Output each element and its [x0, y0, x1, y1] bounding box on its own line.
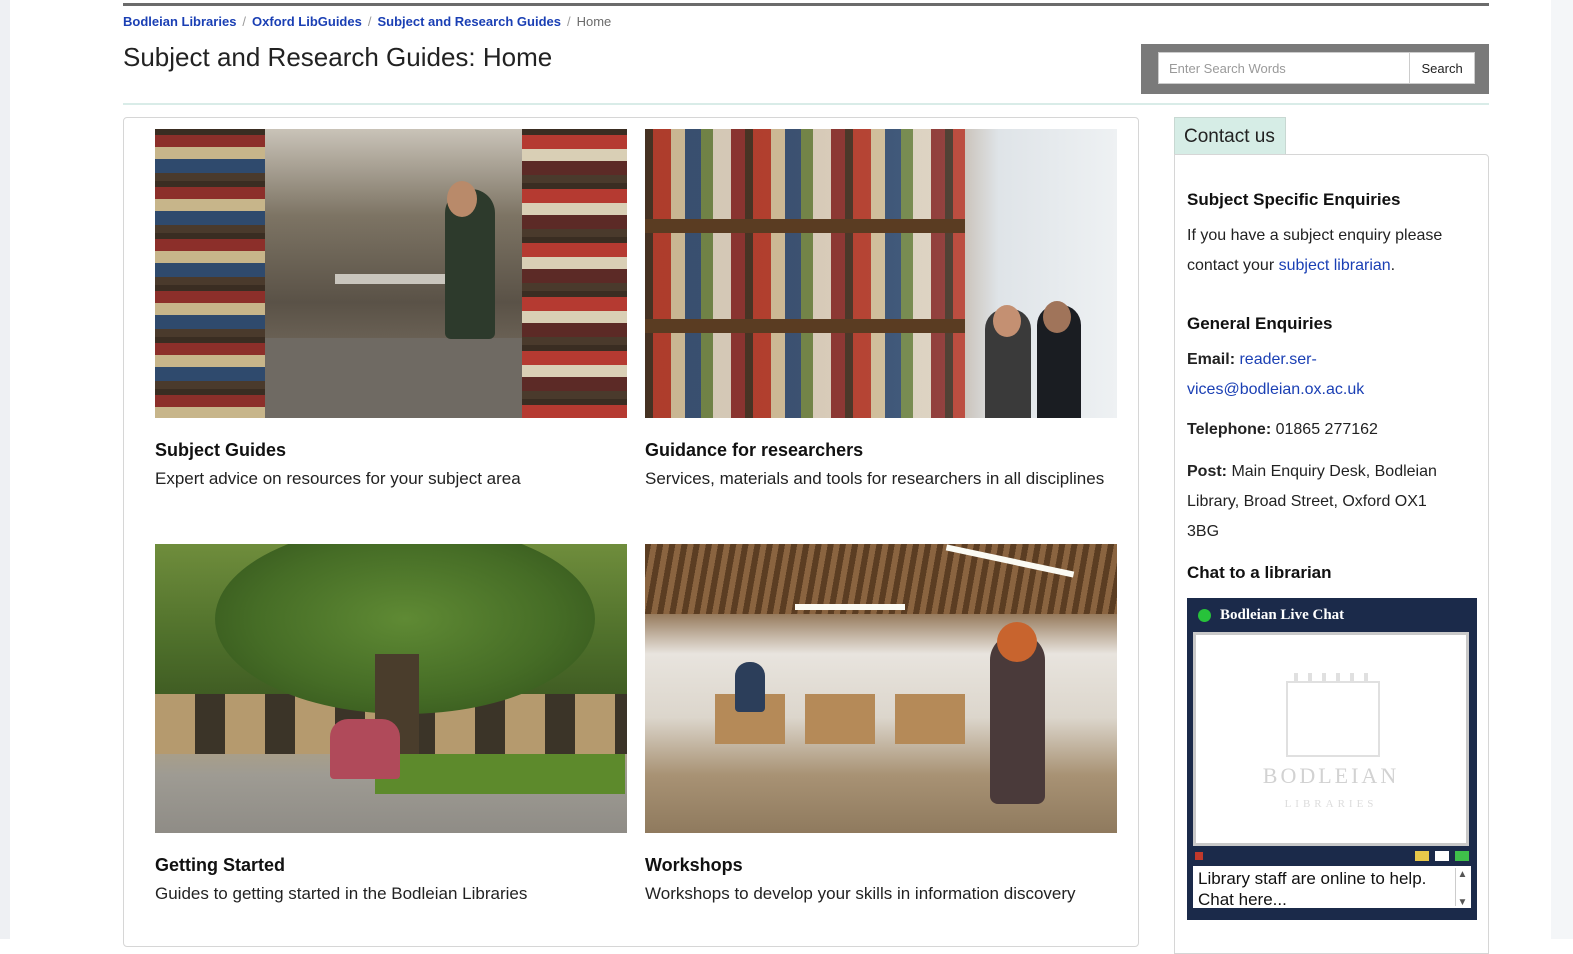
chat-message-input[interactable]: Library staff are online to help. Chat h… — [1193, 866, 1471, 908]
courtyard-tree-photo[interactable] — [155, 544, 627, 833]
subject-text-line: If you have a subject enquiry please — [1187, 227, 1443, 244]
telephone-line: Telephone: 01865 277162 — [1187, 415, 1477, 445]
card-guidance-researchers: Guidance for researchers Services, mater… — [645, 129, 1117, 489]
chat-scrollbar[interactable]: ▲ ▼ — [1455, 868, 1469, 908]
email-link-continued[interactable]: vices@bodleian.ox.ac.uk — [1187, 381, 1364, 398]
card-description: Workshops to develop your skills in info… — [645, 884, 1076, 903]
email-link[interactable]: reader.ser- — [1239, 351, 1316, 368]
post-line-2: Library, Broad Street, Oxford OX1 — [1187, 493, 1427, 510]
breadcrumb-separator: / — [566, 14, 571, 29]
breadcrumb-oxford-libguides[interactable]: Oxford LibGuides — [252, 14, 362, 29]
subject-enquiries-text-2: contact your subject librarian. — [1187, 251, 1477, 281]
card-description: Services, materials and tools for resear… — [645, 469, 1105, 488]
card-title[interactable]: Guidance for researchers — [645, 440, 1117, 461]
online-status-icon — [1198, 608, 1211, 622]
chat-message-text: Library staff are online to help. Chat h… — [1198, 869, 1427, 908]
subject-librarian-link[interactable]: subject librarian — [1279, 257, 1391, 274]
logo-subtext: LIBRARIES — [1284, 798, 1378, 810]
breadcrumb-separator: / — [367, 14, 372, 29]
live-chat-widget: Bodleian Live Chat BODLEIAN LIBRARIES Li… — [1187, 598, 1477, 920]
email-icon[interactable] — [1435, 851, 1449, 861]
attach-file-icon[interactable] — [1415, 851, 1429, 861]
subject-enquiries-text: If you have a subject enquiry please — [1187, 221, 1477, 251]
chat-heading: Chat to a librarian — [1187, 563, 1332, 582]
general-enquiries-heading: General Enquiries — [1187, 314, 1333, 333]
post-label: Post: — [1187, 463, 1227, 480]
library-stacks-photo[interactable] — [155, 129, 627, 418]
top-rule — [123, 3, 1489, 6]
telephone-value: 01865 277162 — [1275, 421, 1378, 438]
left-gutter — [0, 0, 10, 939]
bodleian-logo-icon — [1286, 673, 1380, 757]
guides-panel: Subject Guides Expert advice on resource… — [123, 117, 1139, 947]
contact-us-tab[interactable]: Contact us — [1174, 117, 1286, 154]
breadcrumb-current: Home — [576, 14, 612, 29]
breadcrumb-separator: / — [242, 14, 247, 29]
bookshelf-photo[interactable] — [645, 129, 1117, 418]
popout-icon[interactable] — [1455, 851, 1469, 861]
post-value: Main Enquiry Desk, Bodleian — [1231, 463, 1437, 480]
card-title[interactable]: Subject Guides — [155, 440, 627, 461]
email-line-2: vices@bodleian.ox.ac.uk — [1187, 375, 1477, 405]
header-divider — [123, 103, 1489, 105]
right-gutter — [1551, 0, 1573, 939]
card-getting-started: Getting Started Guides to getting starte… — [155, 544, 627, 904]
page-title: Subject and Research Guides: Home — [123, 42, 553, 72]
breadcrumb-bodleian-libraries[interactable]: Bodleian Libraries — [123, 14, 236, 29]
card-description: Guides to getting started in the Bodleia… — [155, 884, 528, 903]
search-input[interactable] — [1158, 52, 1410, 84]
chat-toolbar — [1193, 846, 1471, 866]
logo-text: BODLEIAN — [1262, 763, 1400, 788]
breadcrumb-subject-research-guides[interactable]: Subject and Research Guides — [377, 14, 561, 29]
email-label: Email: — [1187, 351, 1236, 368]
post-line-3: 3BG — [1187, 523, 1220, 540]
subject-text-line: contact your — [1187, 257, 1275, 274]
card-title[interactable]: Getting Started — [155, 855, 627, 876]
contact-box: Subject Specific Enquiries If you have a… — [1174, 154, 1489, 954]
subject-text-end: . — [1390, 257, 1396, 274]
card-title[interactable]: Workshops — [645, 855, 1117, 876]
email-line: Email: reader.ser- — [1187, 345, 1477, 375]
chat-header: Bodleian Live Chat — [1193, 598, 1471, 632]
breadcrumb: Bodleian Libraries / Oxford LibGuides / Subj… — [123, 14, 611, 29]
contact-sidebar: Contact us Subject Specific Enquiries If… — [1174, 117, 1489, 954]
search-button[interactable]: Search — [1409, 52, 1475, 84]
card-description: Expert advice on resources for your subj… — [155, 469, 521, 488]
post-line: Post: Main Enquiry Desk, Bodleian — [1187, 457, 1477, 487]
search-box: Search — [1141, 44, 1489, 94]
chat-window: BODLEIAN LIBRARIES — [1193, 632, 1469, 846]
card-workshops: Workshops Workshops to develop your skil… — [645, 544, 1117, 904]
sound-icon[interactable] — [1195, 852, 1203, 860]
chat-title: Bodleian Live Chat — [1220, 607, 1345, 623]
telephone-label: Telephone: — [1187, 421, 1272, 438]
subject-enquiries-heading: Subject Specific Enquiries — [1187, 190, 1401, 209]
workshop-room-photo[interactable] — [645, 544, 1117, 833]
card-subject-guides: Subject Guides Expert advice on resource… — [155, 129, 627, 489]
